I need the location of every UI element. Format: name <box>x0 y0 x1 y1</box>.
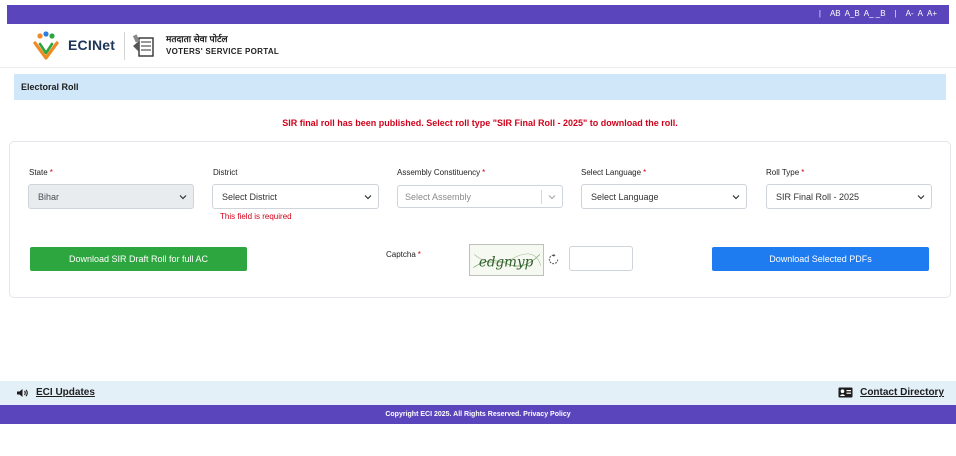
required-mark: * <box>417 250 421 259</box>
required-mark: * <box>49 168 53 177</box>
eci-emblem-icon <box>132 34 154 57</box>
text-spacing-medium-link[interactable]: A_B <box>845 9 860 18</box>
contact-directory-label: Contact Directory <box>860 387 944 398</box>
refresh-captcha-icon[interactable] <box>547 253 560 266</box>
separator: | <box>818 9 821 18</box>
page-title-bar: Electoral Roll <box>14 74 946 100</box>
portal-name-hindi: मतदाता सेवा पोर्टल <box>166 34 228 44</box>
contact-directory-link[interactable]: Contact Directory <box>838 387 944 398</box>
language-label-text: Select Language <box>581 168 642 177</box>
page-title: Electoral Roll <box>21 82 79 92</box>
language-label: Select Language * <box>581 168 646 177</box>
footer-links-bar: ECI Updates Contact Directory <box>0 381 956 405</box>
download-draft-roll-button[interactable]: Download SIR Draft Roll for full AC <box>30 247 247 271</box>
captcha-label-text: Captcha <box>386 250 416 259</box>
font-normal-link[interactable]: A <box>918 9 923 18</box>
required-mark: * <box>801 168 805 177</box>
required-mark: * <box>643 168 647 177</box>
assembly-combobox[interactable]: Select Assembly <box>397 185 563 208</box>
font-decrease-link[interactable]: A- <box>906 9 914 18</box>
captcha-input[interactable] <box>569 246 633 271</box>
captcha-text: edgmyp <box>479 255 533 271</box>
captcha-label: Captcha * <box>386 250 421 259</box>
state-select[interactable]: Bihar <box>28 184 194 209</box>
assembly-label-text: Assembly Constituency <box>397 168 481 177</box>
text-spacing-normal-link[interactable]: AB <box>830 9 841 18</box>
combobox-separator <box>541 190 542 204</box>
chevron-down-icon <box>179 195 187 200</box>
publication-alert: SIR final roll has been published. Selec… <box>282 118 678 128</box>
ecinet-logo-text[interactable]: ECINet <box>68 37 115 53</box>
district-select[interactable]: Select District <box>212 184 379 209</box>
eci-updates-label: ECI Updates <box>36 387 95 398</box>
language-select-value: Select Language <box>591 192 659 202</box>
language-select[interactable]: Select Language <box>581 184 747 209</box>
roll-type-select-value: SIR Final Roll - 2025 <box>776 192 860 202</box>
download-selected-pdfs-button[interactable]: Download Selected PDFs <box>712 247 929 271</box>
chevron-down-icon <box>548 195 556 200</box>
captcha-image: edgmyp <box>469 244 544 276</box>
portal-name: VOTERS' SERVICE PORTAL <box>166 47 280 56</box>
district-select-value: Select District <box>222 192 278 202</box>
separator: | <box>894 9 897 18</box>
header-divider <box>124 32 125 60</box>
contact-card-icon <box>838 387 853 398</box>
required-mark: * <box>482 168 486 177</box>
state-select-value: Bihar <box>38 192 60 202</box>
district-label: District <box>213 168 237 177</box>
site-header: ECINet मतदाता सेवा पोर्टल VOTERS' SERVIC… <box>0 24 956 68</box>
chevron-down-icon <box>364 195 372 200</box>
font-increase-link[interactable]: A+ <box>927 9 937 18</box>
accessibility-links: | AB A_B A_ _B | A- A A+ <box>810 9 937 18</box>
state-label: State * <box>29 168 53 177</box>
district-error-message: This field is required <box>220 212 292 221</box>
state-label-text: State <box>29 168 48 177</box>
roll-type-select[interactable]: SIR Final Roll - 2025 <box>766 184 932 209</box>
roll-type-label-text: Roll Type <box>766 168 800 177</box>
roll-type-label: Roll Type * <box>766 168 804 177</box>
top-utility-bar: | AB A_B A_ _B | A- A A+ <box>7 5 949 24</box>
eci-updates-link[interactable]: ECI Updates <box>16 387 95 398</box>
assembly-placeholder: Select Assembly <box>405 192 472 202</box>
text-spacing-wide-link[interactable]: A_ _B <box>864 9 886 18</box>
assembly-label: Assembly Constituency * <box>397 168 485 177</box>
ecinet-logo-icon[interactable] <box>30 30 62 62</box>
copyright-footer: Copyright ECI 2025. All Rights Reserved.… <box>0 405 956 424</box>
speaker-icon <box>17 388 28 397</box>
district-label-text: District <box>213 168 238 177</box>
chevron-down-icon <box>732 195 740 200</box>
chevron-down-icon <box>917 195 925 200</box>
